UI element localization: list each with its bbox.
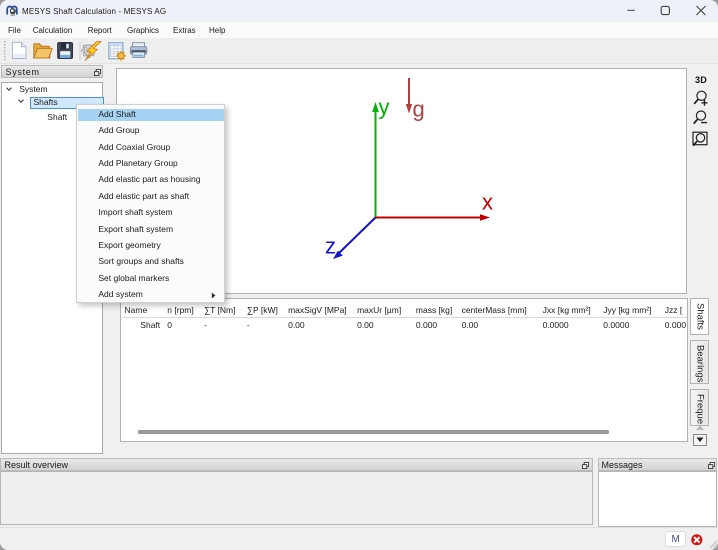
svg-text:z: z xyxy=(325,234,336,259)
svg-text:g: g xyxy=(413,97,425,122)
svg-text:y: y xyxy=(379,95,390,120)
svg-text:x: x xyxy=(482,190,493,215)
